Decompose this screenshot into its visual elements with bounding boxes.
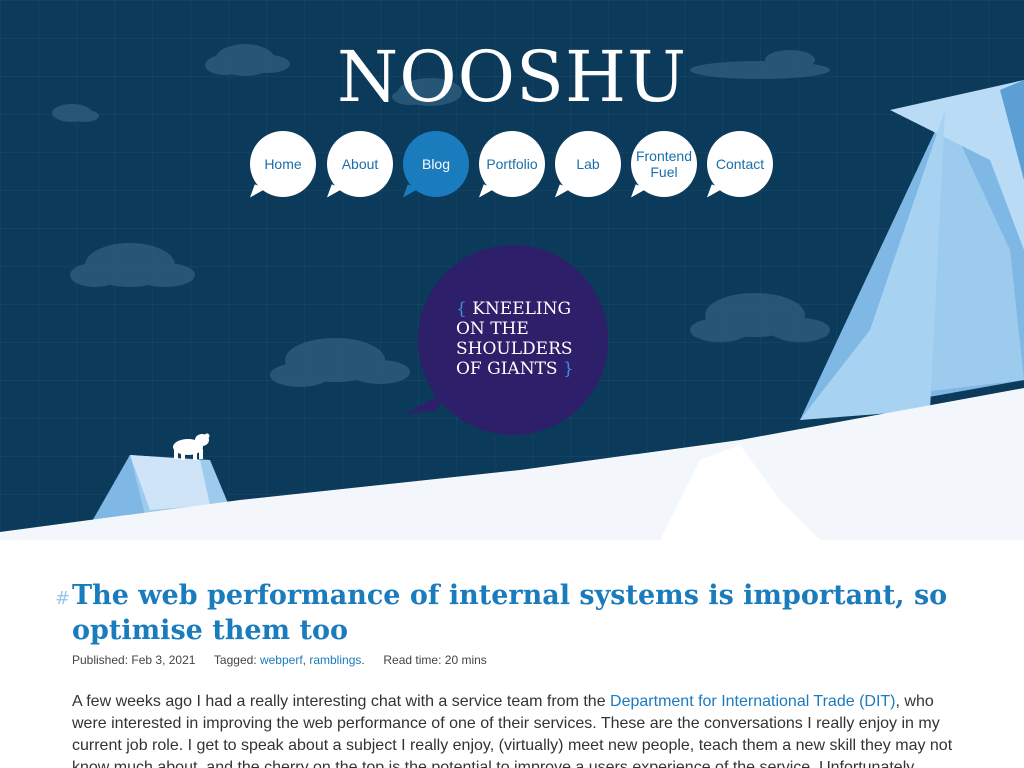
site-logo[interactable]: NOOSHU [0, 36, 1024, 118]
nav-item-portfolio[interactable]: Portfolio [479, 131, 545, 197]
nav-item-frontend-fuel[interactable]: Frontend Fuel [631, 131, 697, 197]
tagline-bubble-tail [405, 392, 445, 414]
tagline-close-brace: } [562, 359, 574, 379]
post-intro-paragraph: A few weeks ago I had a really interesti… [72, 691, 957, 768]
hero-banner: NOOSHU Home About Blog Portfolio Lab Fro… [0, 0, 1024, 540]
tagline-open-brace: { [456, 299, 467, 319]
nav-item-about[interactable]: About [327, 131, 393, 197]
tagged-label: Tagged: [213, 653, 257, 667]
tagline-text: KNEELING ON THE SHOULDERS OF GIANTS [456, 299, 573, 379]
dit-link[interactable]: Department for International Trade (DIT) [610, 693, 895, 710]
nav-item-home[interactable]: Home [250, 131, 316, 197]
post-meta: Published: Feb 3, 2021 Tagged: webperf, … [72, 653, 487, 667]
cloud-icon [270, 338, 410, 387]
read-time-label: Read time: [383, 653, 442, 667]
tag-link-ramblings[interactable]: ramblings [309, 653, 361, 667]
iceberg-right [800, 80, 1024, 420]
published-label: Published: [72, 653, 129, 667]
tag-link-webperf[interactable]: webperf [260, 653, 303, 667]
nav-item-lab[interactable]: Lab [555, 131, 621, 197]
nav-item-blog[interactable]: Blog [403, 131, 469, 197]
published-date: Feb 3, 2021 [131, 653, 196, 667]
nav-item-contact[interactable]: Contact [707, 131, 773, 197]
polar-bear-icon [173, 433, 210, 460]
site-tagline: { KNEELING ON THE SHOULDERS OF GIANTS } [456, 299, 586, 379]
read-time-value: 20 mins [444, 653, 487, 667]
cloud-icon [70, 243, 195, 287]
post-title[interactable]: The web performance of internal systems … [72, 578, 952, 648]
cloud-icon [690, 293, 830, 342]
post-permalink-hash[interactable]: # [55, 588, 70, 609]
intro-text-start: A few weeks ago I had a really interesti… [72, 693, 611, 710]
